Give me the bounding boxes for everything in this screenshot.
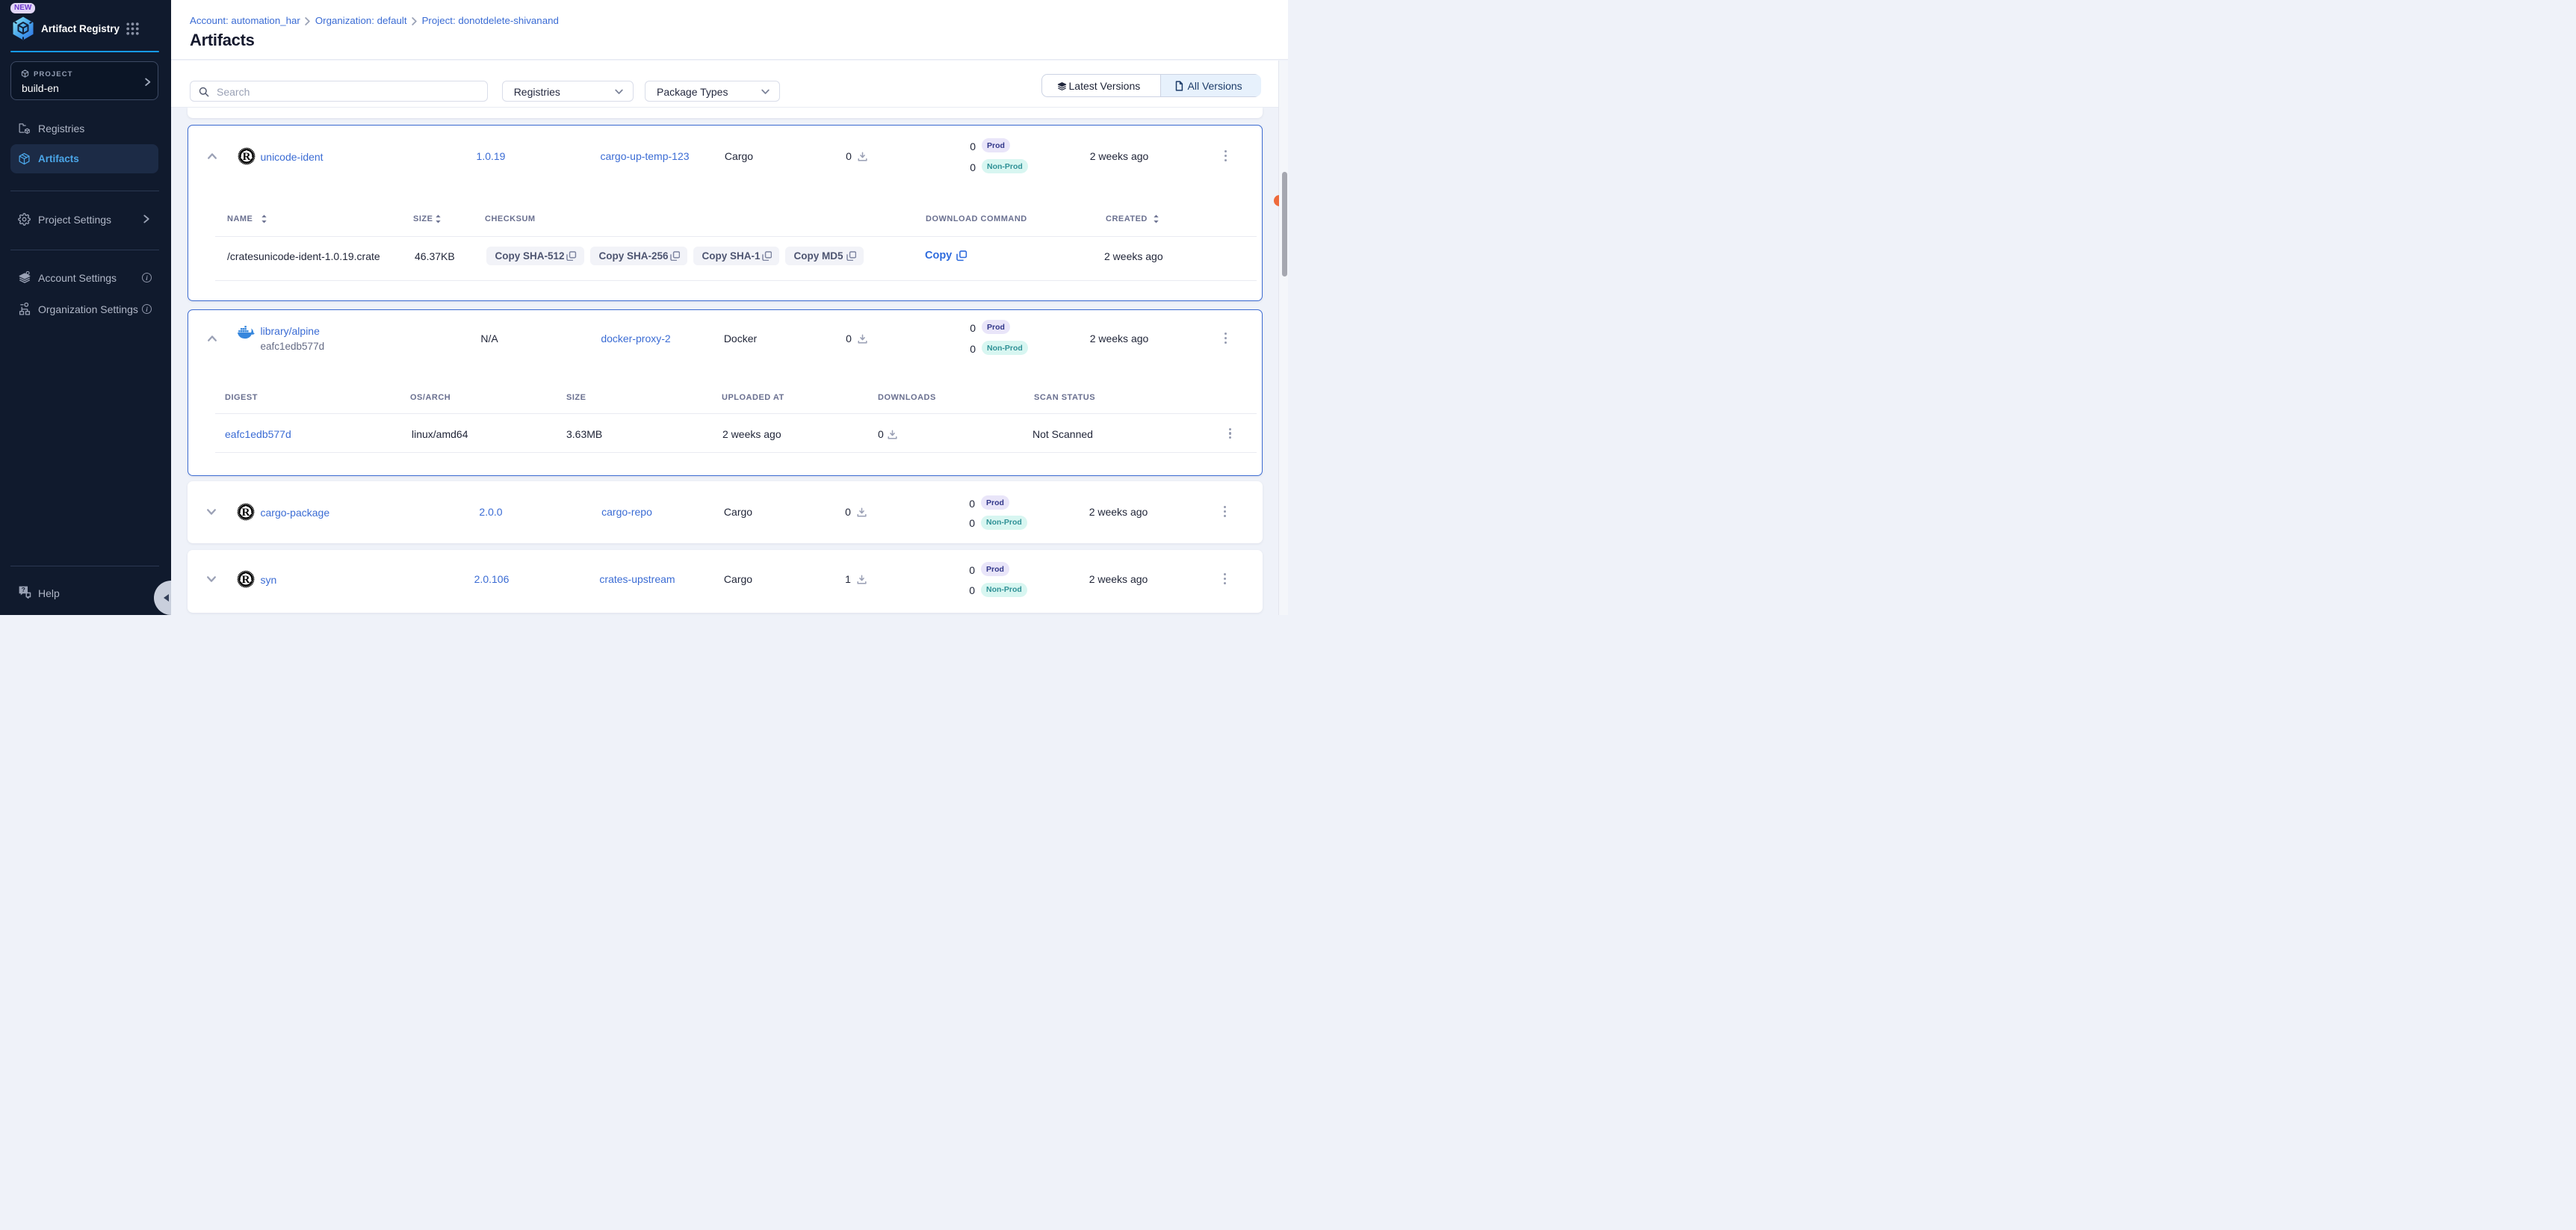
svg-text:?: ? [22, 586, 25, 593]
